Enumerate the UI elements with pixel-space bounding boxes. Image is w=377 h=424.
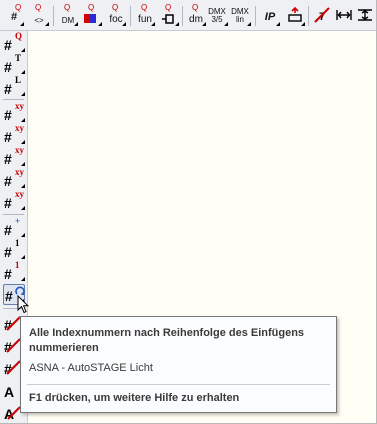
toolbar-separator (308, 6, 309, 26)
fit-vertical-icon (358, 9, 372, 21)
dropdown-arrow-icon (21, 92, 25, 96)
sidebar-button-index-l[interactable]: # L (3, 76, 25, 97)
dropdown-arrow-icon (202, 22, 206, 26)
dropdown-arrow-icon (45, 22, 49, 26)
sidebar-button-index-one-red[interactable]: # 1 (3, 261, 25, 282)
move-icon (288, 7, 302, 22)
toolbar-button-strike[interactable]: 7 (311, 3, 333, 27)
toolbar-button-fun[interactable]: fun Q (134, 3, 156, 27)
toolbar-button-dm-small[interactable]: dm Q (185, 3, 207, 27)
sidebar-button-xy-5[interactable]: # xy (3, 190, 25, 211)
toolbar-separator (255, 6, 256, 26)
dropdown-arrow-icon (21, 233, 25, 237)
toolbar-button-fit-horizontal[interactable] (333, 3, 355, 27)
sidebar-button-index-star[interactable]: # + (3, 217, 25, 238)
toolbar-button-foc[interactable]: foc Q (105, 3, 127, 27)
dropdown-arrow-icon (21, 162, 25, 166)
toolbar-button-nav[interactable]: <> Q (28, 3, 50, 27)
strike-icon (314, 7, 330, 23)
sidebar-separator (3, 99, 24, 100)
sidebar-button-xy-1[interactable]: # xy (3, 102, 25, 123)
dropdown-arrow-icon (21, 206, 25, 210)
toolbar-button-circuit[interactable]: Q (158, 3, 180, 27)
tooltip: Alle Indexnummern nach Reihenfolge des E… (20, 316, 337, 413)
toolbar-separator (53, 6, 54, 26)
dropdown-arrow-icon (21, 140, 25, 144)
toolbar-button-fit-vertical[interactable] (354, 3, 376, 27)
dropdown-arrow-icon (98, 22, 102, 26)
toolbar-button-hash-q[interactable]: # Q (3, 3, 25, 27)
tooltip-description: ASNA - AutoSTAGE Licht (29, 362, 153, 374)
sidebar-button-xy-4[interactable]: # xy (3, 168, 25, 189)
sidebar-button-xy-3[interactable]: # xy (3, 146, 25, 167)
tooltip-title: Alle Indexnummern nach Reihenfolge des E… (29, 327, 305, 354)
dropdown-arrow-icon (151, 22, 155, 26)
dropdown-arrow-icon (247, 22, 251, 26)
sidebar-button-index-t[interactable]: # T (3, 54, 25, 75)
toolbar-separator (130, 6, 131, 26)
toolbar-button-dmx-35[interactable]: DMX 3/5 (207, 3, 229, 27)
tooltip-help: F1 drücken, um weitere Hilfe zu erhalten (29, 392, 240, 404)
dropdown-arrow-icon (175, 22, 179, 26)
dropdown-arrow-icon (21, 255, 25, 259)
dropdown-arrow-icon (21, 48, 25, 52)
color-swatch-icon (84, 14, 96, 23)
dropdown-arrow-icon (21, 70, 25, 74)
top-toolbar: # Q <> Q DM Q Q foc Q fun Q Q dm Q DMX 3… (0, 0, 376, 31)
toolbar-button-dmx-lin[interactable]: DMX lin (230, 3, 252, 27)
sidebar-button-index-q[interactable]: # Q (3, 32, 25, 53)
sidebar-button-xy-2[interactable]: # xy (3, 124, 25, 145)
dropdown-arrow-icon (21, 184, 25, 188)
mouse-pointer-icon (17, 295, 29, 314)
dropdown-arrow-icon (276, 22, 280, 26)
dropdown-arrow-icon (74, 22, 78, 26)
dropdown-arrow-icon (122, 22, 126, 26)
dropdown-arrow-icon (224, 22, 228, 26)
dropdown-arrow-icon (21, 118, 25, 122)
sidebar-button-index-one[interactable]: # 1 (3, 239, 25, 260)
toolbar-button-color[interactable]: Q (81, 3, 103, 27)
tooltip-divider (27, 384, 330, 385)
dropdown-arrow-icon (21, 277, 25, 281)
toolbar-button-dm[interactable]: DM Q (57, 3, 79, 27)
dropdown-arrow-icon (20, 22, 24, 26)
fit-horizontal-icon (336, 10, 352, 20)
toolbar-button-ip[interactable]: IP (259, 3, 281, 27)
circuit-icon (162, 14, 174, 24)
dropdown-arrow-icon (301, 22, 305, 26)
toolbar-separator (182, 6, 183, 26)
sidebar-separator (3, 214, 24, 215)
toolbar-button-move[interactable] (284, 3, 306, 27)
